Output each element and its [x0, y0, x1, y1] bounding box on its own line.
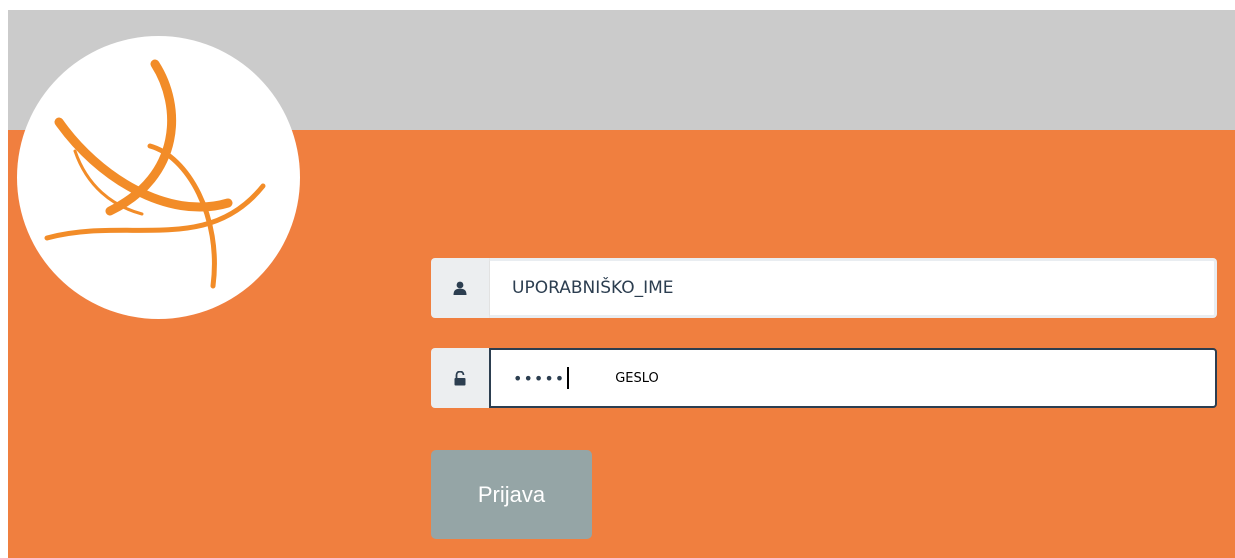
- text-cursor: [567, 367, 570, 389]
- login-page: UPORABNIŠKO_IME ••••• GESLO Prijava: [0, 0, 1235, 558]
- username-field-group: UPORABNIŠKO_IME: [431, 258, 1217, 318]
- username-addon: [431, 258, 489, 318]
- username-placeholder: UPORABNIŠKO_IME: [512, 278, 674, 298]
- password-masked-value: •••••: [513, 368, 566, 388]
- login-button[interactable]: Prijava: [431, 450, 592, 539]
- logo: [17, 36, 300, 319]
- password-field-group: ••••• GESLO: [431, 348, 1217, 408]
- password-addon: [431, 348, 489, 408]
- user-icon: [453, 281, 467, 295]
- password-label: GESLO: [615, 370, 659, 386]
- username-input[interactable]: UPORABNIŠKO_IME: [489, 258, 1217, 318]
- logo-icon: [44, 59, 266, 289]
- password-input[interactable]: ••••• GESLO: [489, 348, 1217, 408]
- unlock-icon: [454, 370, 466, 385]
